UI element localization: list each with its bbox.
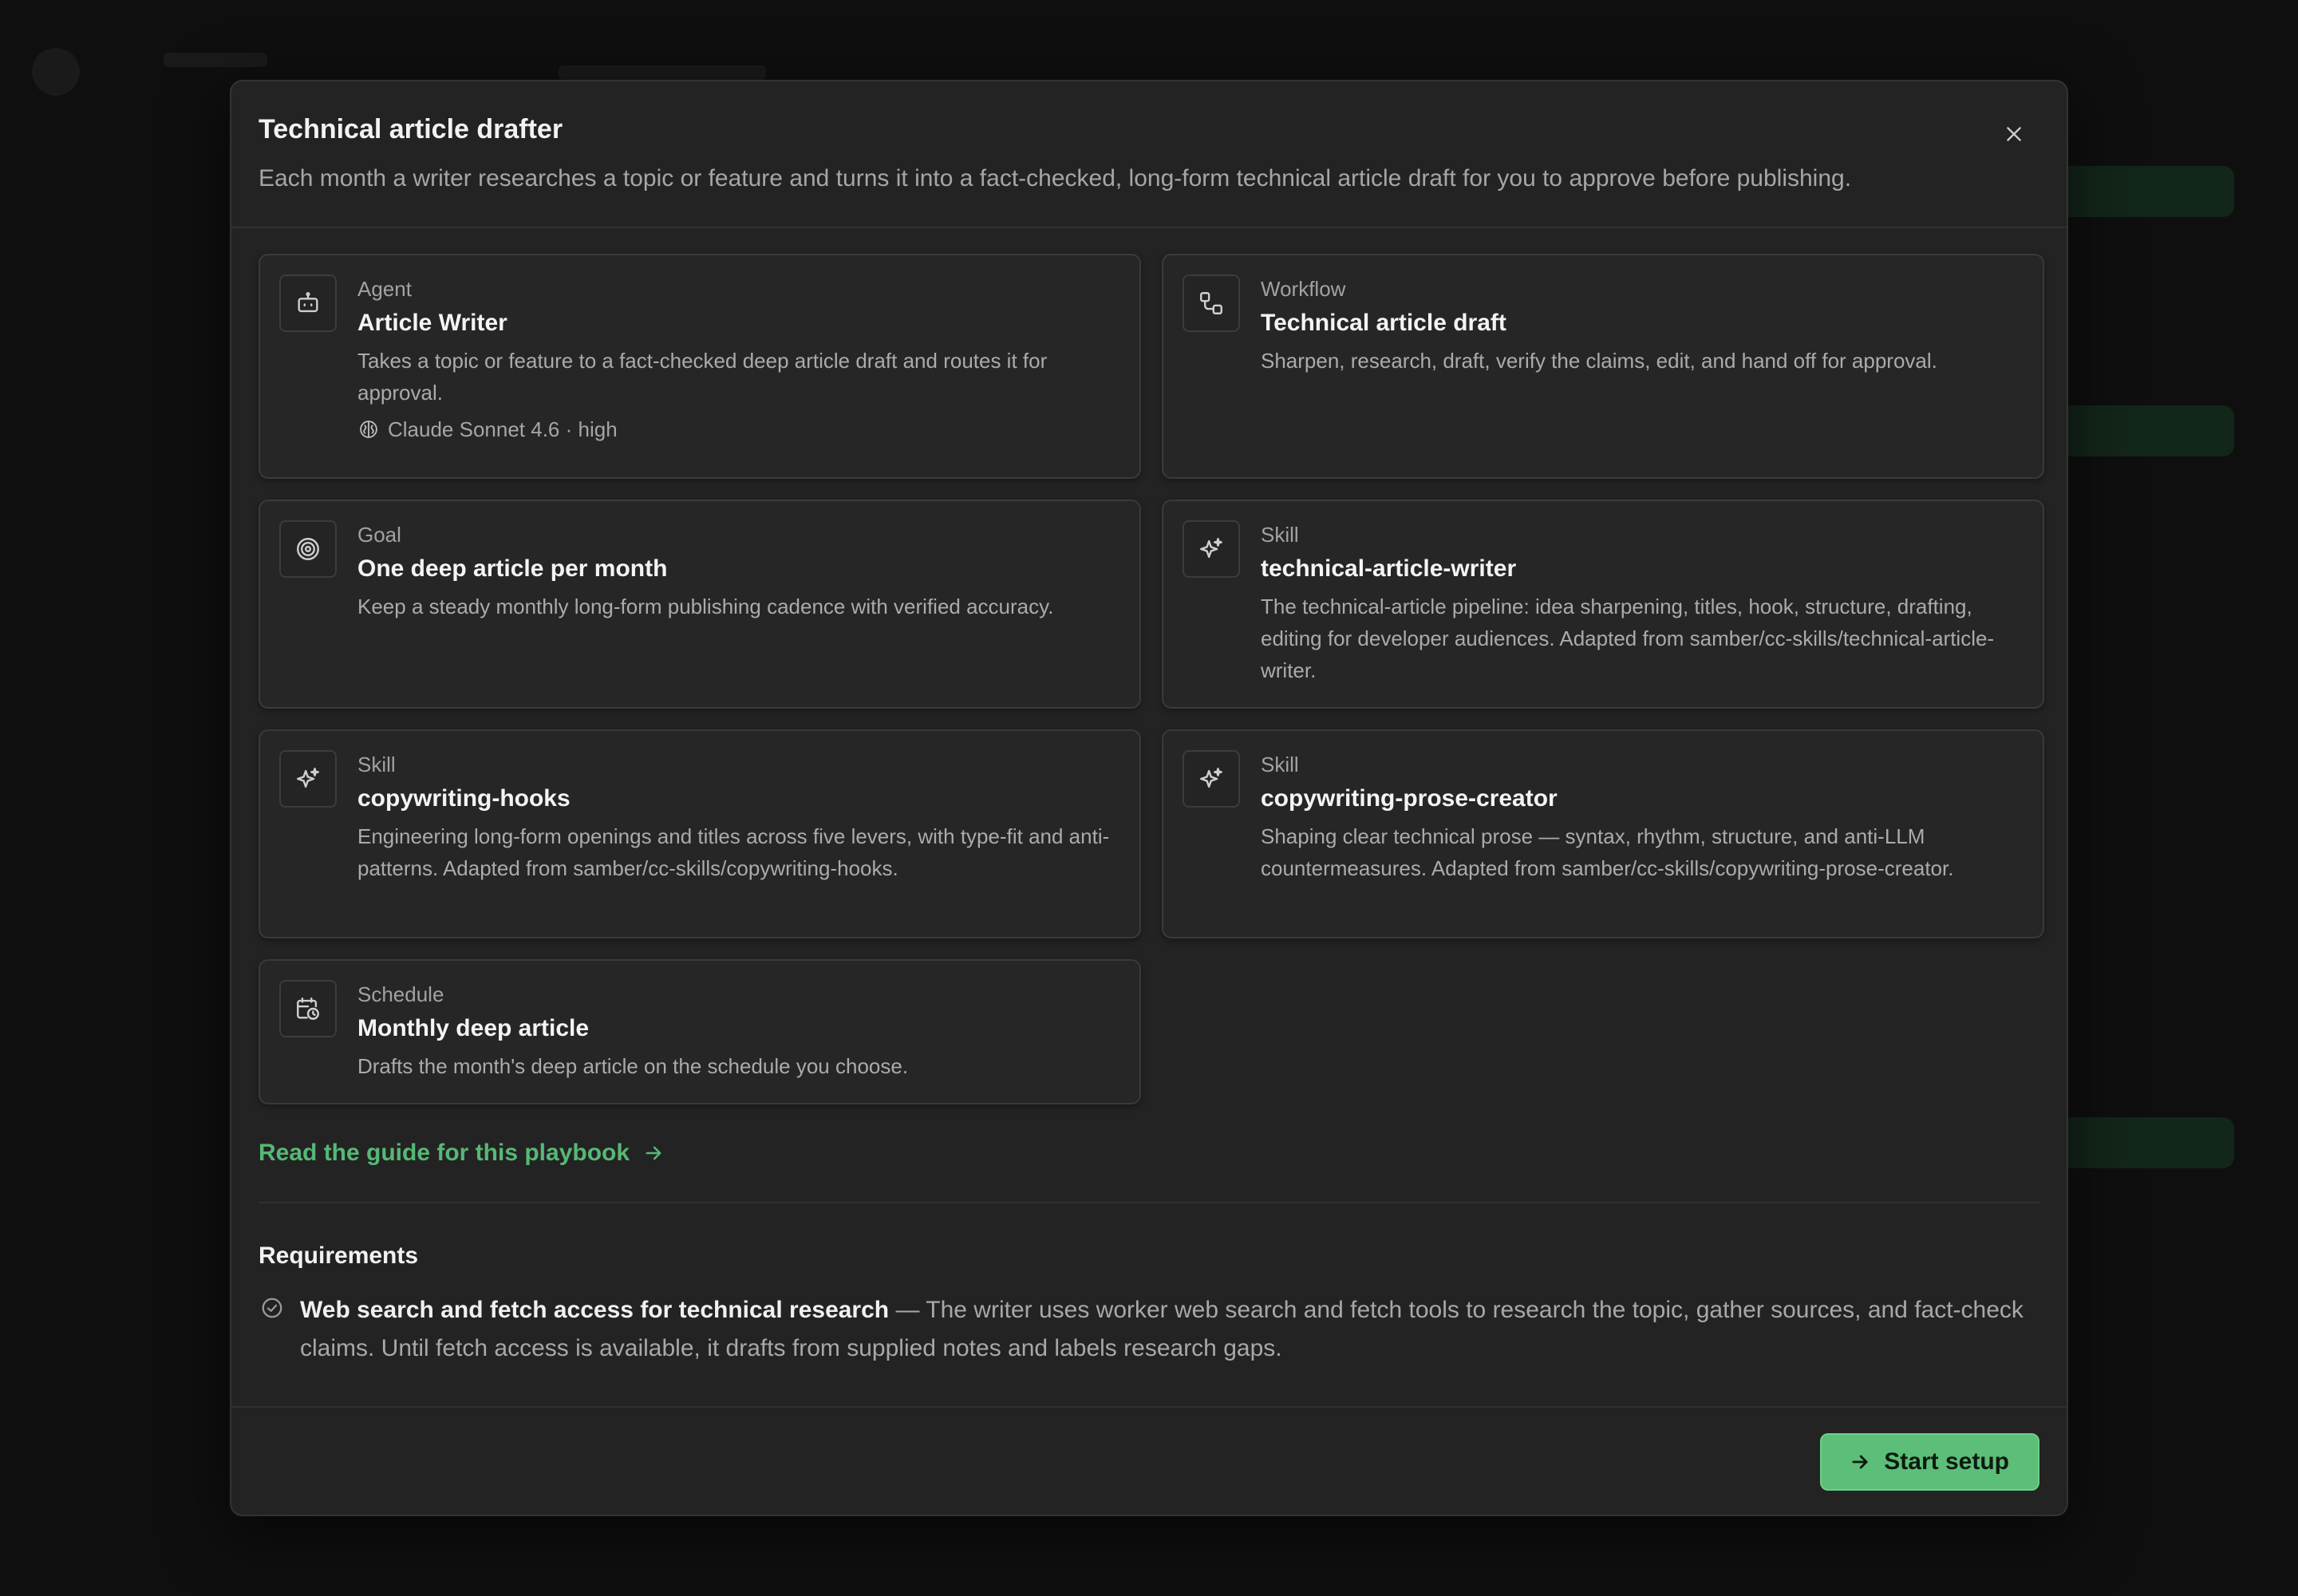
dialog-header: Technical article drafter Each month a w…	[231, 81, 2067, 228]
card-description: Keep a steady monthly long-form publishi…	[357, 595, 1054, 618]
component-card-agent[interactable]: Agent Article Writer Takes a topic or fe…	[259, 254, 1141, 479]
requirement-item: Web search and fetch access for technica…	[259, 1291, 2039, 1368]
requirement-text: Web search and fetch access for technica…	[300, 1291, 2039, 1368]
calendar-clock-icon	[297, 998, 319, 1020]
dialog-title: Technical article drafter	[259, 114, 563, 144]
card-kind: Schedule	[357, 982, 444, 1006]
card-icon-box	[279, 275, 337, 332]
card-kind: Goal	[357, 523, 401, 547]
card-description: The technical-article pipeline: idea sha…	[1261, 595, 1995, 682]
background-button	[2059, 1117, 2234, 1168]
section-divider	[259, 1202, 2039, 1203]
workflow-icon	[1200, 292, 1222, 314]
card-icon-box	[1183, 275, 1240, 332]
playbook-dialog: Technical article drafter Each month a w…	[230, 80, 2068, 1516]
background-button	[2059, 166, 2234, 217]
card-kind: Skill	[1261, 523, 1299, 547]
sparkle-icon	[1200, 768, 1222, 788]
card-title: One deep article per month	[357, 555, 668, 582]
component-card-workflow[interactable]: Workflow Technical article draft Sharpen…	[1162, 254, 2044, 479]
start-setup-label: Start setup	[1884, 1448, 2009, 1475]
card-icon-box	[1183, 520, 1240, 578]
arrow-right-icon	[646, 1146, 661, 1160]
requirement-name: Web search and fetch access for technica…	[300, 1297, 890, 1323]
card-kind: Skill	[1261, 753, 1299, 776]
background-text	[559, 65, 766, 80]
robot-icon	[298, 292, 318, 313]
card-title: Technical article draft	[1261, 310, 1506, 336]
card-icon-box	[279, 750, 337, 808]
card-title: copywriting-prose-creator	[1261, 785, 1558, 812]
card-kind: Skill	[357, 753, 396, 776]
brain-icon	[360, 421, 377, 438]
background-button	[2059, 405, 2234, 456]
model-label: Claude Sonnet 4.6 · high	[388, 417, 618, 441]
background-text	[164, 53, 267, 67]
dialog-footer: Start setup	[231, 1406, 2067, 1515]
card-description: Sharpen, research, draft, verify the cla…	[1261, 349, 1937, 373]
model-info: Claude Sonnet 4.6 · high	[357, 415, 1119, 444]
component-card-skill[interactable]: Skill copywriting-hooks Engineering long…	[259, 729, 1141, 938]
card-title: technical-article-writer	[1261, 555, 1517, 582]
sparkle-icon	[1200, 538, 1222, 559]
card-title: copywriting-hooks	[357, 785, 571, 812]
component-card-goal[interactable]: Goal One deep article per month Keep a s…	[259, 500, 1141, 709]
check-circle-icon	[262, 1298, 282, 1318]
background-logo	[32, 48, 80, 96]
component-card-schedule[interactable]: Schedule Monthly deep article Drafts the…	[259, 959, 1141, 1104]
card-description: Engineering long-form openings and title…	[357, 824, 1110, 880]
sparkle-icon	[297, 768, 319, 788]
card-icon-box	[1183, 750, 1240, 808]
card-title: Monthly deep article	[357, 1015, 590, 1041]
card-icon-box	[279, 520, 337, 578]
card-title: Article Writer	[357, 310, 507, 336]
playbook-components: Agent Article Writer Takes a topic or fe…	[231, 228, 2067, 1104]
dialog-description: Each month a writer researches a topic o…	[259, 165, 1852, 192]
card-description: Takes a topic or feature to a fact-check…	[357, 349, 1048, 405]
start-setup-button[interactable]: Start setup	[1820, 1433, 2039, 1491]
close-icon	[2007, 127, 2021, 141]
card-kind: Agent	[357, 277, 412, 301]
card-kind: Workflow	[1261, 277, 1346, 301]
guide-link[interactable]: Read the guide for this playbook	[259, 1140, 665, 1167]
close-button[interactable]	[1996, 117, 2031, 152]
requirements-title: Requirements	[259, 1242, 419, 1269]
component-card-skill[interactable]: Skill copywriting-prose-creator Shaping …	[1162, 729, 2044, 938]
arrow-right-icon	[1852, 1455, 1868, 1469]
component-card-skill[interactable]: Skill technical-article-writer The techn…	[1162, 500, 2044, 709]
card-icon-box	[279, 980, 337, 1037]
card-description: Drafts the month's deep article on the s…	[357, 1054, 909, 1078]
guide-link-label: Read the guide for this playbook	[259, 1140, 630, 1166]
target-icon	[297, 538, 319, 560]
card-description: Shaping clear technical prose — syntax, …	[1261, 824, 1954, 880]
